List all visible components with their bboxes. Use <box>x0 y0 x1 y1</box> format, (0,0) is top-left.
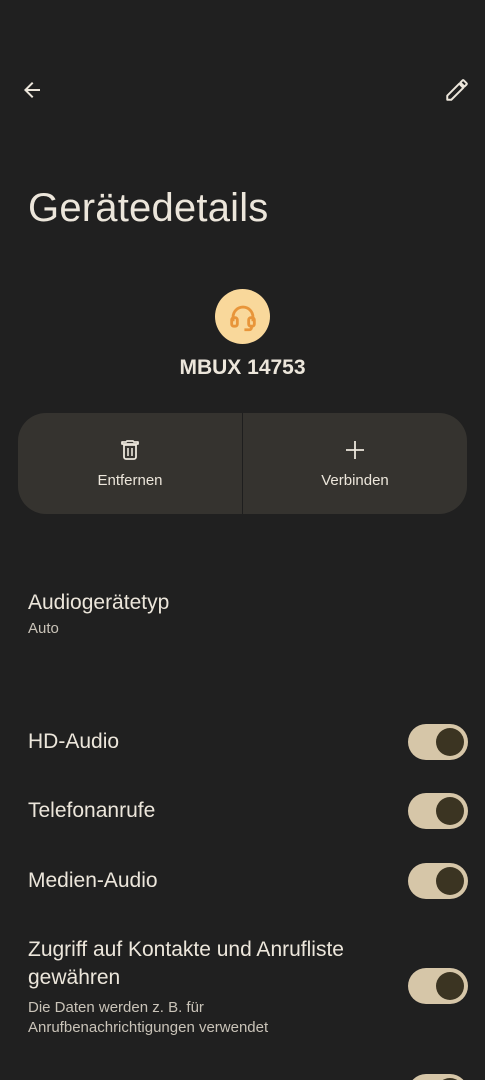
phone-calls-title: Telefonanrufe <box>28 799 156 822</box>
setting-media-audio[interactable]: Medien-Audio <box>28 863 468 899</box>
switch-thumb <box>436 797 464 825</box>
setting-hd-audio[interactable]: HD-Audio <box>28 724 468 760</box>
connect-device-button[interactable]: Verbinden <box>243 413 467 514</box>
setting-next-partial[interactable] <box>28 1074 468 1080</box>
remove-device-button[interactable]: Entfernen <box>18 413 242 514</box>
device-details-screen: Gerätedetails MBUX 14753 Entfernen Verbi… <box>0 0 485 1080</box>
setting-phone-calls[interactable]: Telefonanrufe <box>28 793 468 829</box>
media-audio-title: Medien-Audio <box>28 869 158 892</box>
hd-audio-title: HD-Audio <box>28 730 120 753</box>
contacts-access-title: Zugriff auf Kontakte und Anrufliste gewä… <box>28 938 344 989</box>
audio-device-type-setting[interactable]: Audiogerätetyp Auto <box>28 589 448 639</box>
setting-contacts-access[interactable]: Zugriff auf Kontakte und Anrufliste gewä… <box>28 936 468 1040</box>
device-name: MBUX 14753 <box>179 356 306 379</box>
media-audio-switch[interactable] <box>408 863 468 899</box>
audio-device-type-title: Audiogerätetyp <box>28 591 170 614</box>
arrow-back-icon <box>24 82 40 98</box>
headset-icon <box>229 305 256 331</box>
hd-audio-switch[interactable] <box>408 724 468 760</box>
edit-button[interactable] <box>437 70 477 110</box>
plus-icon <box>346 441 364 459</box>
device-avatar <box>215 289 270 344</box>
page-title: Gerätedetails <box>28 186 269 230</box>
phone-calls-switch[interactable] <box>408 793 468 829</box>
next-setting-switch[interactable] <box>408 1074 468 1080</box>
pencil-icon <box>446 79 468 101</box>
device-actions-card: Entfernen Verbinden <box>18 413 467 514</box>
switch-thumb <box>436 972 464 1000</box>
back-button[interactable] <box>12 70 52 110</box>
switch-thumb <box>436 728 464 756</box>
audio-device-type-value: Auto <box>28 620 59 637</box>
remove-label: Entfernen <box>97 472 163 489</box>
trash-icon <box>121 440 139 460</box>
contacts-access-subtitle: Die Daten werden z. B. für Anrufbenachri… <box>28 999 269 1036</box>
connect-label: Verbinden <box>321 472 389 489</box>
switch-thumb <box>436 867 464 895</box>
top-app-bar <box>0 0 485 130</box>
contacts-access-switch[interactable] <box>408 968 468 1004</box>
